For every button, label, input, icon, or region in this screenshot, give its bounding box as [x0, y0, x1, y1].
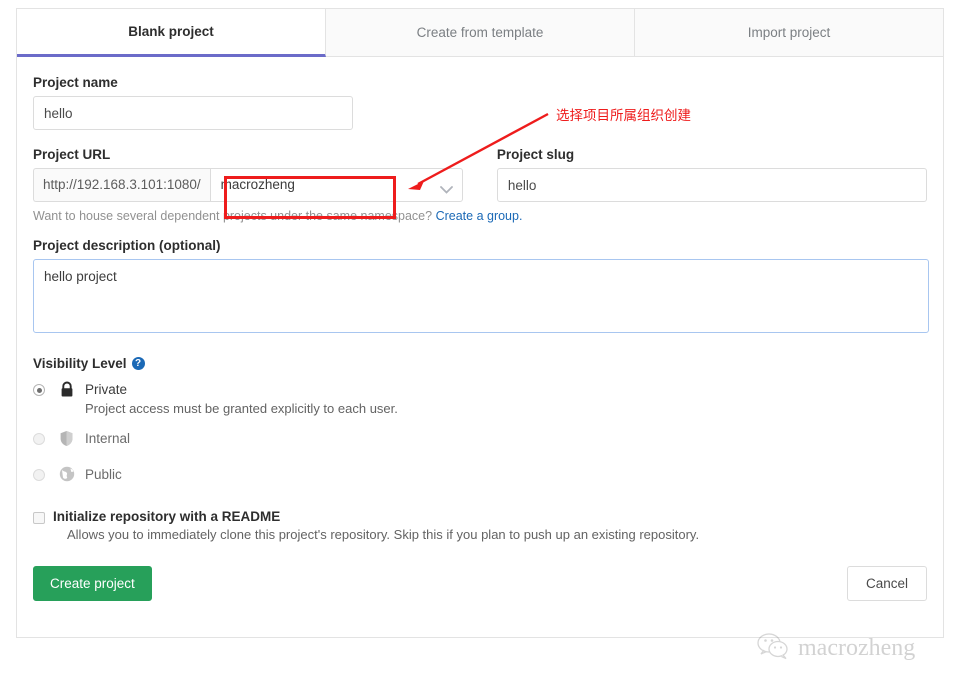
visibility-level-title: Visibility Level ?	[33, 356, 927, 371]
visibility-private-name: Private	[85, 382, 128, 397]
radio-private[interactable]	[33, 384, 45, 396]
project-name-input[interactable]	[33, 96, 353, 130]
tab-blank-project-label: Blank project	[128, 24, 214, 39]
new-project-page: Blank project Create from template Impor…	[0, 0, 979, 695]
namespace-hint-text: Want to house several dependent projects…	[33, 209, 433, 223]
create-project-button[interactable]: Create project	[33, 566, 152, 601]
radio-internal[interactable]	[33, 433, 45, 445]
new-project-card: Blank project Create from template Impor…	[16, 8, 944, 638]
globe-icon	[59, 466, 77, 487]
visibility-option-private[interactable]: Private Project access must be granted e…	[33, 381, 927, 416]
visibility-private-description: Project access must be granted explicitl…	[85, 401, 398, 416]
project-name-label: Project name	[33, 75, 118, 90]
namespace-select[interactable]: macrozheng	[209, 168, 463, 202]
project-description-textarea[interactable]	[33, 259, 929, 333]
visibility-public-name: Public	[85, 467, 122, 482]
create-a-group-link[interactable]: Create a group.	[436, 209, 523, 223]
initialize-readme-checkbox[interactable]	[33, 512, 45, 524]
visibility-level-label: Visibility Level	[33, 356, 127, 371]
project-url-label: Project URL	[33, 147, 111, 162]
project-slug-input[interactable]	[496, 168, 927, 202]
form-actions: Create project Cancel	[33, 566, 927, 601]
visibility-internal-name: Internal	[85, 431, 131, 446]
visibility-option-internal[interactable]: Internal	[33, 430, 927, 452]
question-mark-icon[interactable]: ?	[131, 357, 145, 370]
tab-import-project[interactable]: Import project	[635, 9, 943, 56]
project-url-group: http://192.168.3.101:1080/ macrozheng	[33, 168, 463, 202]
lock-icon	[59, 381, 77, 403]
tab-blank-project[interactable]: Blank project	[17, 9, 326, 57]
new-project-form: Project name Project URL http://192.168.…	[17, 57, 943, 601]
project-description-label: Project description (optional)	[33, 238, 221, 253]
initialize-readme-row[interactable]: Initialize repository with a README	[33, 509, 927, 524]
cancel-button[interactable]: Cancel	[846, 566, 927, 601]
project-slug-label: Project slug	[496, 147, 575, 162]
radio-public[interactable]	[33, 469, 45, 481]
watermark-text: macrozheng	[798, 635, 916, 661]
shield-icon	[59, 430, 77, 452]
tab-import-project-label: Import project	[747, 25, 831, 40]
initialize-readme-label: Initialize repository with a README	[53, 509, 281, 524]
tab-create-from-template[interactable]: Create from template	[326, 9, 635, 56]
initialize-readme-description: Allows you to immediately clone this pro…	[67, 527, 700, 542]
project-url-prefix: http://192.168.3.101:1080/	[33, 168, 210, 202]
namespace-hint: Want to house several dependent projects…	[33, 209, 927, 223]
tab-create-from-template-label: Create from template	[416, 25, 544, 40]
visibility-option-public[interactable]: Public	[33, 466, 927, 487]
project-type-tabs: Blank project Create from template Impor…	[17, 9, 943, 57]
